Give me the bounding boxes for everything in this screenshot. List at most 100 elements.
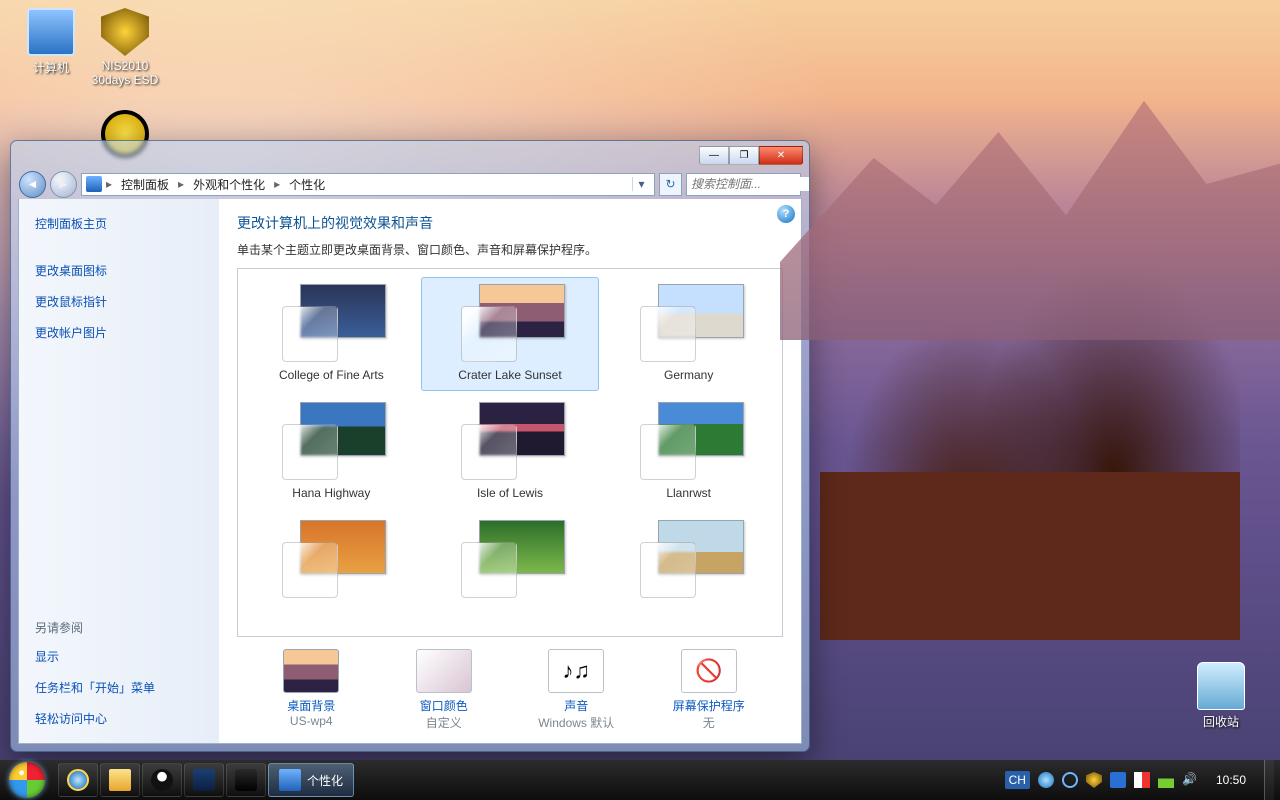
taskbar-item-ie[interactable]	[58, 763, 98, 797]
option-icon	[416, 649, 472, 693]
minimize-button[interactable]: —	[699, 146, 729, 165]
option-title: 声音	[516, 697, 636, 714]
bottom-option[interactable]: 🚫屏幕保护程序无	[649, 649, 769, 731]
sidebar-link-account-picture[interactable]: 更改帐户图片	[35, 322, 203, 343]
refresh-button[interactable]: ↻	[659, 173, 682, 196]
desktop-icon-label: 回收站	[1184, 713, 1258, 730]
taskbar-item-label: 个性化	[307, 772, 343, 789]
maximize-button[interactable]: ❐	[729, 146, 759, 165]
taskbar-item-media[interactable]	[184, 763, 224, 797]
tray-network-icon[interactable]	[1158, 772, 1174, 788]
breadcrumb-separator: ▸	[178, 177, 184, 191]
theme-thumbnail	[276, 520, 386, 598]
address-bar[interactable]: ▸ 控制面板 ▸ 外观和个性化 ▸ 个性化 ▾	[81, 173, 655, 196]
taskbar-item-personalization[interactable]: 个性化	[268, 763, 354, 797]
desktop-icon-nis[interactable]: NIS2010 30days ESD	[88, 8, 162, 87]
tray-flag-icon[interactable]	[1134, 772, 1150, 788]
breadcrumb-separator: ▸	[274, 177, 280, 191]
folder-icon	[109, 769, 131, 791]
bottom-option[interactable]: 窗口颜色自定义	[384, 649, 504, 731]
theme-item[interactable]: Llanrwst	[599, 395, 778, 509]
theme-swatch-icon	[461, 542, 517, 598]
theme-name: Crater Lake Sunset	[426, 368, 595, 382]
sidebar-see-also-header: 另请参阅	[35, 619, 203, 636]
search-input[interactable]	[691, 177, 810, 191]
bottom-option[interactable]: 桌面背景US-wp4	[251, 649, 371, 731]
breadcrumb-appearance[interactable]: 外观和个性化	[188, 174, 270, 195]
desktop-icon-label: 计算机	[14, 59, 88, 76]
theme-list[interactable]: College of Fine Arts Crater Lake Sunset Ge…	[237, 268, 783, 637]
theme-thumbnail	[634, 284, 744, 362]
address-dropdown[interactable]: ▾	[632, 177, 650, 191]
taskbar[interactable]: 个性化 CH 🔊 10:50	[0, 760, 1280, 800]
tray-language[interactable]: CH	[1005, 771, 1030, 789]
sidebar-link-desktop-icons[interactable]: 更改桌面图标	[35, 260, 203, 281]
tray-help-icon[interactable]	[1038, 772, 1054, 788]
show-desktop-button[interactable]	[1264, 760, 1274, 800]
search-box[interactable]: 🔍	[686, 173, 801, 196]
option-value: US-wp4	[251, 714, 371, 728]
desktop[interactable]: 计算机 NIS2010 30days ESD 回收站 — ❐ ✕ ◄ ► ▸ 控…	[0, 0, 1280, 800]
tray-sync-icon[interactable]	[1062, 772, 1078, 788]
tray-clock[interactable]: 10:50	[1206, 773, 1256, 787]
option-icon: 🚫	[681, 649, 737, 693]
tray-volume-icon[interactable]: 🔊	[1182, 772, 1198, 788]
option-icon: ♪♫	[548, 649, 604, 693]
sidebar-link-ease-of-access[interactable]: 轻松访问中心	[35, 708, 203, 729]
theme-name: College of Fine Arts	[247, 368, 416, 382]
theme-thumbnail	[276, 402, 386, 480]
breadcrumb-personalization[interactable]: 个性化	[284, 174, 330, 195]
theme-thumbnail	[455, 284, 565, 362]
media-icon	[193, 769, 215, 791]
bottom-option[interactable]: ♪♫声音Windows 默认	[516, 649, 636, 731]
theme-item[interactable]: Hana Highway	[242, 395, 421, 509]
close-button[interactable]: ✕	[759, 146, 803, 165]
nav-forward-button[interactable]: ►	[50, 171, 77, 198]
theme-swatch-icon	[640, 542, 696, 598]
sidebar-link-mouse-pointer[interactable]: 更改鼠标指针	[35, 291, 203, 312]
theme-item[interactable]	[421, 513, 600, 613]
theme-swatch-icon	[640, 306, 696, 362]
bottom-options: 桌面背景US-wp4窗口颜色自定义♪♫声音Windows 默认🚫屏幕保护程序无	[237, 637, 783, 731]
option-title: 屏幕保护程序	[649, 697, 769, 714]
nav-back-button[interactable]: ◄	[19, 171, 46, 198]
titlebar[interactable]: — ❐ ✕	[11, 141, 809, 169]
taskbar-pinned: 个性化	[54, 760, 354, 800]
theme-item[interactable]: College of Fine Arts	[242, 277, 421, 391]
theme-item[interactable]: Germany	[599, 277, 778, 391]
tray-shield-icon[interactable]	[1086, 772, 1102, 788]
arrow-left-icon: ◄	[27, 177, 39, 191]
penguin-icon	[151, 769, 173, 791]
theme-name: Hana Highway	[247, 486, 416, 500]
breadcrumb-control-panel[interactable]: 控制面板	[116, 174, 174, 195]
theme-thumbnail	[276, 284, 386, 362]
taskbar-item-qq[interactable]	[142, 763, 182, 797]
personalization-window[interactable]: — ❐ ✕ ◄ ► ▸ 控制面板 ▸ 外观和个性化 ▸ 个性化 ▾ ↻ 🔍	[10, 140, 810, 752]
sidebar-home[interactable]: 控制面板主页	[35, 213, 203, 234]
theme-name: Germany	[604, 368, 773, 382]
help-button[interactable]: ?	[777, 205, 795, 223]
desktop-icon-recycle-bin[interactable]: 回收站	[1184, 662, 1258, 730]
theme-thumbnail	[455, 402, 565, 480]
taskbar-item-app[interactable]	[226, 763, 266, 797]
theme-swatch-icon	[461, 306, 517, 362]
tray-bluetooth-icon[interactable]	[1110, 772, 1126, 788]
theme-item[interactable]	[242, 513, 421, 613]
sidebar: 控制面板主页 更改桌面图标 更改鼠标指针 更改帐户图片 另请参阅 显示 任务栏和…	[19, 199, 219, 743]
sidebar-link-taskbar[interactable]: 任务栏和「开始」菜单	[35, 677, 203, 698]
theme-swatch-icon	[282, 424, 338, 480]
theme-item[interactable]: Isle of Lewis	[421, 395, 600, 509]
theme-name: Llanrwst	[604, 486, 773, 500]
nav-row: ◄ ► ▸ 控制面板 ▸ 外观和个性化 ▸ 个性化 ▾ ↻ 🔍	[11, 169, 809, 199]
system-tray[interactable]: CH 🔊 10:50	[999, 760, 1280, 800]
breadcrumb-separator: ▸	[106, 177, 112, 191]
ie-icon	[67, 769, 89, 791]
desktop-icon-computer[interactable]: 计算机	[14, 8, 88, 76]
sidebar-link-display[interactable]: 显示	[35, 646, 203, 667]
theme-item[interactable]	[599, 513, 778, 613]
start-button[interactable]	[0, 760, 54, 800]
theme-item[interactable]: Crater Lake Sunset	[421, 277, 600, 391]
option-title: 桌面背景	[251, 697, 371, 714]
theme-thumbnail	[634, 520, 744, 598]
taskbar-item-explorer[interactable]	[100, 763, 140, 797]
